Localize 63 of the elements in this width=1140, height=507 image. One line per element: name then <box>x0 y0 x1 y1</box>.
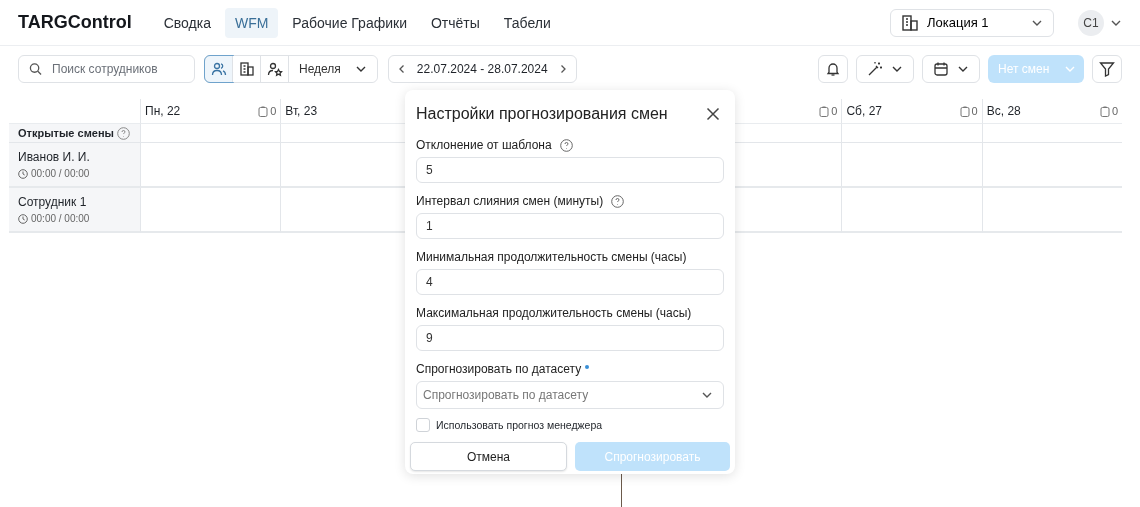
user-avatar[interactable]: С1 <box>1078 9 1104 36</box>
filter-icon[interactable] <box>1092 55 1122 83</box>
magic-wand-icon[interactable] <box>856 55 914 83</box>
shift-cell[interactable] <box>140 143 281 188</box>
clock-icon <box>18 168 28 179</box>
number-input[interactable]: 9 <box>416 325 724 351</box>
shift-count: 0 <box>971 105 978 117</box>
location-select[interactable]: Локация 1 <box>890 8 1054 37</box>
open-shift-cell[interactable] <box>140 124 281 143</box>
checkbox[interactable] <box>416 418 430 432</box>
shift-cell[interactable] <box>841 188 982 233</box>
clipboard-icon <box>959 105 970 117</box>
open-shift-cell[interactable] <box>981 124 1122 143</box>
shift-count: 0 <box>270 105 277 117</box>
open-shifts-label: Открытые смены <box>18 127 114 139</box>
number-input[interactable]: 4 <box>416 269 724 295</box>
employee-name: Сотрудник 1 <box>18 195 88 209</box>
employee-name: Иванов И. И. <box>18 150 91 164</box>
checkbox-label: Использовать прогноз менеджера <box>436 419 603 431</box>
bell-icon[interactable] <box>818 55 848 83</box>
day-header: Вс, 28 <box>986 104 1021 118</box>
search-field[interactable]: Поиск сотрудников <box>18 55 195 83</box>
nav-tab[interactable]: WFM <box>224 7 279 38</box>
nav-tab[interactable]: Отчёты <box>420 7 490 38</box>
required-mark-icon <box>585 365 590 369</box>
dataset-select[interactable]: Спрогнозировать по датасету <box>416 381 724 409</box>
help-icon[interactable] <box>559 138 573 152</box>
day-header: Сб, 27 <box>846 104 882 118</box>
app-logo[interactable]: TARGControl <box>18 12 132 33</box>
shift-cell[interactable] <box>841 143 982 188</box>
number-input[interactable]: 5 <box>416 157 724 183</box>
shift-cell[interactable] <box>981 143 1122 188</box>
number-input[interactable]: 1 <box>416 213 724 239</box>
shift-cell[interactable] <box>140 188 281 233</box>
field-label: Спрогнозировать по датасету <box>416 362 582 376</box>
shift-cell[interactable] <box>981 188 1122 233</box>
day-header: Пн, 22 <box>145 104 181 118</box>
nav-tab[interactable]: Сводка <box>153 7 221 38</box>
field-label: Интервал слияния смен (минуты) <box>416 194 604 208</box>
dialog-title: Настройки прогнозирования смен <box>416 105 668 123</box>
building-icon <box>901 13 919 32</box>
nav-tab[interactable]: Рабочие Графики <box>282 7 417 38</box>
clock-icon <box>18 213 28 224</box>
cancel-button[interactable]: Отмена <box>410 442 567 471</box>
calendar-icon[interactable] <box>922 55 980 83</box>
day-header: Вт, 23 <box>285 104 318 118</box>
field-label: Максимальная продолжительность смены (часы) <box>416 306 692 320</box>
clipboard-icon <box>258 105 269 117</box>
hours-text: 00:00 / 00:00 <box>31 168 90 179</box>
clipboard-icon <box>1099 105 1110 117</box>
clipboard-icon <box>819 105 830 117</box>
open-shift-cell[interactable] <box>841 124 982 143</box>
close-icon[interactable] <box>706 107 720 121</box>
nav-tab[interactable]: Табели <box>493 7 561 38</box>
shift-count: 0 <box>1111 105 1118 117</box>
help-icon[interactable] <box>116 126 130 140</box>
date-range: 22.07.2024 - 28.07.2024 <box>416 62 548 76</box>
shift-count: 0 <box>831 105 838 117</box>
search-icon <box>29 62 42 76</box>
help-icon[interactable] <box>611 194 625 208</box>
hours-text: 00:00 / 00:00 <box>31 213 90 224</box>
field-label: Минимальная продолжительность смены (часы) <box>416 250 687 264</box>
field-label: Отклонение от шаблона <box>416 138 552 152</box>
